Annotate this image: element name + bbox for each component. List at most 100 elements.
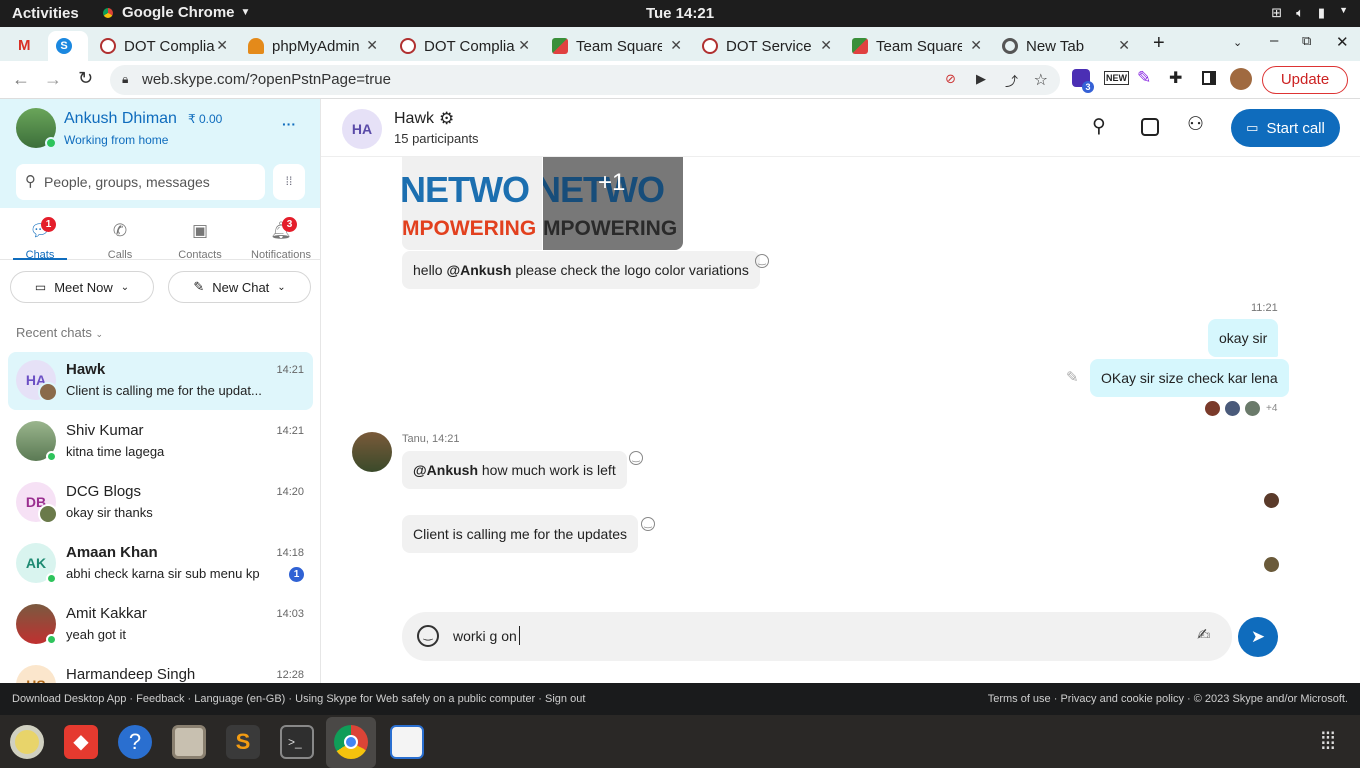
more-options-icon[interactable]: ··· [282, 116, 296, 132]
reaction-icon[interactable]: ‿ [641, 517, 655, 531]
tab-search-icon[interactable]: ⌄ [1233, 36, 1242, 49]
new-tab-icon[interactable]: + [1153, 32, 1165, 55]
side-panel-icon[interactable] [1202, 71, 1216, 85]
document-viewer-icon[interactable] [390, 725, 424, 759]
tab-skype[interactable]: S [48, 31, 88, 61]
bookmark-star-icon[interactable]: ☆ [1034, 70, 1048, 90]
help-icon[interactable]: ? [118, 725, 152, 759]
gallery-icon[interactable] [1141, 118, 1159, 136]
profile-status[interactable]: Working from home [64, 133, 168, 147]
close-tab-icon[interactable]: ✕ [518, 37, 530, 54]
close-window-icon[interactable]: ✕ [1336, 33, 1349, 51]
nav-chats[interactable]: 💬︎ 1 Chats [5, 217, 75, 261]
sender-avatar[interactable] [352, 432, 392, 472]
participants-count[interactable]: 15 participants [394, 131, 479, 146]
message-composer[interactable]: ‿ worki g on ✍ [402, 612, 1232, 661]
reaction-icon[interactable]: ‿ [629, 451, 643, 465]
message-input[interactable]: worki g on [453, 628, 517, 644]
address-bar[interactable]: 🔒︎ web.skype.com/?openPstnPage=true ⊘ ▶ … [110, 65, 1060, 95]
group-avatar[interactable]: HA [342, 109, 382, 149]
search-input[interactable]: ⚲ People, groups, messages [16, 164, 265, 200]
close-tab-icon[interactable]: ✕ [216, 37, 228, 54]
terms-link[interactable]: Terms of use [988, 693, 1051, 705]
chat-item-hawk[interactable]: HA Hawk Client is calling me for the upd… [8, 352, 313, 410]
chat-item-shiv-kumar[interactable]: Shiv Kumar kitna time lagega 14:21 [8, 413, 313, 471]
tab-gmail[interactable]: M [10, 31, 44, 61]
safety-link[interactable]: Using Skype for Web safely on a public c… [295, 693, 535, 705]
close-tab-icon[interactable]: ✕ [970, 37, 982, 54]
chat-avatar: HS [16, 665, 56, 683]
nav-notifications[interactable]: 🔔︎ 3 Notifications [246, 217, 316, 261]
activities-button[interactable]: Activities [12, 5, 79, 22]
my-message-bubble[interactable]: OKay sir size check kar lena [1090, 359, 1289, 397]
conversation-title[interactable]: Hawk [394, 110, 434, 128]
feedback-link[interactable]: Feedback [136, 693, 184, 705]
nav-contacts[interactable]: ▣ Contacts [165, 221, 235, 261]
privacy-link[interactable]: Privacy and cookie policy [1060, 693, 1184, 705]
mention[interactable]: @Ankush [446, 262, 511, 278]
close-tab-icon[interactable]: ✕ [366, 37, 378, 54]
app-menu[interactable]: Google Chrome ▼ [100, 4, 250, 21]
format-icon[interactable]: ✍ [1197, 625, 1210, 645]
forward-icon[interactable]: → [44, 69, 62, 90]
edit-icon[interactable]: ✎ [1066, 368, 1079, 386]
chat-item-amaan-khan[interactable]: AK Amaan Khan abhi check karna sir sub m… [8, 535, 313, 593]
tab-phpmyadmin[interactable]: phpMyAdmin ✕ [240, 31, 386, 61]
puzzle-icon[interactable]: ✚ [1169, 68, 1182, 88]
tab-dot-compliance-2[interactable]: DOT Complia ✕ [392, 31, 538, 61]
recent-chats-header[interactable]: Recent chats ⌄ [16, 325, 103, 340]
sublime-icon[interactable]: S [226, 725, 260, 759]
tab-team-square-2[interactable]: Team Square ✕ [844, 31, 990, 61]
chat-item-amit-kakkar[interactable]: Amit Kakkar yeah got it 14:03 [8, 596, 313, 654]
settings-gear-icon[interactable]: ⚙ [439, 109, 454, 129]
dialpad-icon[interactable]: ⁞⁞ [273, 164, 305, 200]
blocked-camera-icon[interactable]: ⊘ [945, 71, 956, 87]
search-icon[interactable]: ⚲ [1092, 115, 1106, 138]
tab-dot-compliance[interactable]: DOT Complia ✕ [92, 31, 236, 61]
anydesk-icon[interactable]: ◆ [64, 725, 98, 759]
nav-calls[interactable]: ✆ Calls [85, 221, 155, 261]
close-tab-icon[interactable]: ✕ [1118, 37, 1130, 54]
skype-credit[interactable]: ₹ 0.00 [188, 112, 222, 126]
reaction-icon[interactable]: ‿ [755, 254, 769, 268]
close-tab-icon[interactable]: ✕ [670, 37, 682, 54]
sign-out-link[interactable]: Sign out [545, 693, 585, 705]
language-link[interactable]: Language (en-GB) [194, 693, 285, 705]
pen-extension-icon[interactable]: ✎ [1137, 68, 1151, 88]
close-tab-icon[interactable]: ✕ [820, 37, 832, 54]
camera-icon[interactable]: ▶ [976, 71, 986, 87]
tab-dot-service[interactable]: DOT Service ✕ [694, 31, 840, 61]
terminal-icon[interactable]: >_ [280, 725, 314, 759]
reload-icon[interactable]: ↻ [78, 68, 93, 89]
send-button[interactable]: ➤ [1238, 617, 1278, 657]
message-bubble[interactable]: Client is calling me for the updates [402, 515, 638, 553]
system-tray[interactable]: ⊞ 🔈︎ ▮ ▼ [1271, 5, 1348, 21]
restore-icon[interactable]: ⧉ [1302, 33, 1311, 49]
update-button[interactable]: Update [1262, 66, 1348, 94]
share-icon[interactable]: ⤴ [1005, 71, 1018, 90]
image-attachment[interactable]: NETWO MPOWERING [402, 157, 542, 250]
tab-team-square[interactable]: Team Square ✕ [544, 31, 690, 61]
message-bubble[interactable]: @Ankush how much work is left [402, 451, 627, 489]
tab-new-tab[interactable]: New Tab ✕ [994, 31, 1138, 61]
mention[interactable]: @Ankush [413, 462, 478, 478]
message-bubble[interactable]: hello @Ankush please check the logo colo… [402, 251, 760, 289]
files-icon[interactable] [172, 725, 206, 759]
my-message-bubble[interactable]: okay sir [1208, 319, 1279, 357]
new-extension-icon[interactable]: NEW [1104, 71, 1129, 85]
chat-item-harmandeep-singh[interactable]: HS Harmandeep Singh 12:28 [8, 657, 313, 683]
chat-item-dcg-blogs[interactable]: DB DCG Blogs okay sir thanks 14:20 [8, 474, 313, 532]
rhythmbox-icon[interactable] [10, 725, 44, 759]
emoji-icon[interactable]: ‿ [417, 625, 439, 647]
download-desktop-link[interactable]: Download Desktop App [12, 693, 126, 705]
image-attachment-more[interactable]: NETWO MPOWERING +1 [543, 157, 683, 250]
back-icon[interactable]: ← [12, 69, 30, 90]
start-call-button[interactable]: ▭ Start call [1231, 109, 1340, 147]
new-chat-button[interactable]: ✎ New Chat ⌄ [168, 271, 311, 303]
profile-avatar[interactable] [1230, 68, 1252, 90]
minimize-icon[interactable]: – [1270, 32, 1278, 49]
meet-now-button[interactable]: ▭ Meet Now ⌄ [10, 271, 154, 303]
add-participant-icon[interactable]: ⚇ [1187, 113, 1204, 136]
app-grid-icon[interactable]: ⁞⁞⁞ [1320, 728, 1336, 756]
profile-name[interactable]: Ankush Dhiman [64, 110, 177, 128]
